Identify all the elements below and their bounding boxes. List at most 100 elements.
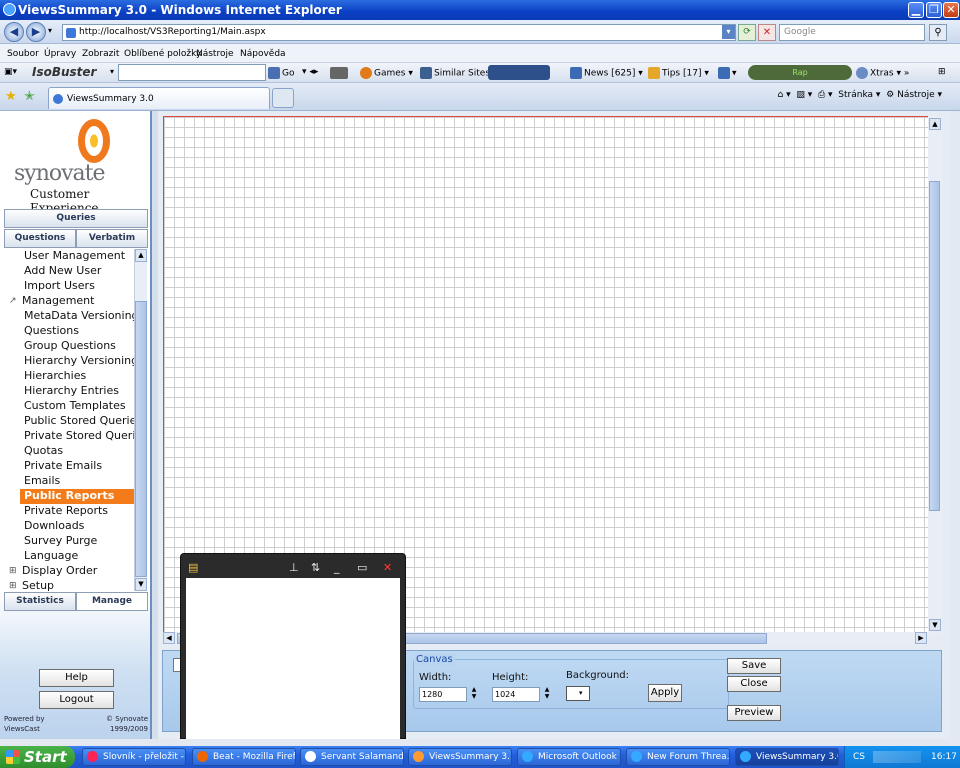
- menu-favorites[interactable]: Oblíbené položky: [124, 49, 201, 59]
- menu-view[interactable]: Zobrazit: [82, 49, 119, 59]
- similar-sites-button[interactable]: Similar Sites: [420, 67, 490, 79]
- tools-menu[interactable]: ⚙ Nástroje ▾: [886, 90, 942, 100]
- menu-item-hierarchy-versioning[interactable]: Hierarchy Versioning: [4, 354, 135, 369]
- taskbar-item-2[interactable]: Beat - Mozilla Firefox: [192, 748, 296, 766]
- car-icon[interactable]: [330, 67, 350, 79]
- height-input[interactable]: 1024: [492, 687, 540, 702]
- xtras-button[interactable]: Xtras ▾ »: [856, 67, 909, 79]
- radio-icon[interactable]: ▾: [718, 67, 737, 79]
- language-indicator[interactable]: CS: [853, 746, 865, 768]
- favorites-star-icon[interactable]: ★: [5, 89, 17, 104]
- refresh-icon[interactable]: ⇅: [311, 561, 320, 574]
- taskbar-item-6[interactable]: New Forum Threa...: [626, 748, 730, 766]
- menu-item-private-stored-queries[interactable]: Private Stored Queries: [4, 429, 135, 444]
- menu-item-user-management[interactable]: User Management: [4, 249, 135, 264]
- radio-player[interactable]: Rap: [748, 65, 852, 80]
- floating-widget-window[interactable]: ▤ ⊥ ⇅ _ ▭ ✕: [180, 553, 406, 740]
- taskbar-item-3[interactable]: Servant Salamander: [300, 748, 404, 766]
- taskbar-item-1[interactable]: Slovník - přeložit - ...: [82, 748, 186, 766]
- pin-icon[interactable]: ⊥: [289, 561, 299, 574]
- toolbar-arrows-icon[interactable]: ▾ ◂▸: [302, 67, 318, 77]
- close-icon[interactable]: ✕: [943, 2, 959, 18]
- menu-item-questions[interactable]: Questions: [4, 324, 135, 339]
- scroll-up-icon[interactable]: ▲: [135, 249, 147, 262]
- page-menu[interactable]: Stránka ▾: [838, 90, 880, 100]
- canvas-scroll-left-icon[interactable]: ◀: [163, 632, 175, 644]
- taskbar-item-5[interactable]: Microsoft Outlook ...: [517, 748, 621, 766]
- feeds-icon[interactable]: ▨ ▾: [796, 90, 812, 100]
- isobuster-dropdown-icon[interactable]: ▾: [110, 67, 114, 76]
- toolbar-search-input[interactable]: [118, 64, 266, 81]
- preview-button[interactable]: Preview: [727, 705, 781, 721]
- canvas-vscroll-thumb[interactable]: [929, 181, 940, 511]
- address-dropdown-icon[interactable]: ▾: [722, 25, 735, 39]
- search-icon[interactable]: ⚲: [929, 24, 947, 41]
- canvas-scroll-up-icon[interactable]: ▲: [929, 118, 941, 130]
- home-icon[interactable]: ⌂ ▾: [778, 90, 791, 100]
- apply-button[interactable]: Apply: [648, 684, 682, 702]
- expand-toggle-icon[interactable]: ↗: [9, 294, 17, 308]
- menu-item-private-reports[interactable]: Private Reports: [4, 504, 135, 519]
- tab-questions[interactable]: Questions: [4, 229, 76, 248]
- menu-item-add-new-user[interactable]: Add New User: [4, 264, 135, 279]
- tips-button[interactable]: Tips [17] ▾: [648, 67, 709, 79]
- go-button[interactable]: Go: [268, 67, 294, 79]
- add-toolbar-icon[interactable]: ⊞: [938, 67, 946, 77]
- start-button[interactable]: Start: [0, 746, 75, 768]
- menu-edit[interactable]: Úpravy: [44, 49, 76, 59]
- tab-statistics[interactable]: Statistics: [4, 592, 76, 611]
- taskbar-item-7[interactable]: ViewsSummary 3.0...: [735, 748, 839, 766]
- news-button[interactable]: News [625] ▾: [570, 67, 643, 79]
- menu-item-survey-purge[interactable]: Survey Purge: [4, 534, 135, 549]
- menu-item-group-questions[interactable]: Group Questions: [4, 339, 135, 354]
- menu-item-language[interactable]: Language: [4, 549, 135, 564]
- tab-verbatim[interactable]: Verbatim: [76, 229, 148, 248]
- minimize-window-icon[interactable]: _: [334, 561, 340, 574]
- menu-item-import-users[interactable]: Import Users: [4, 279, 135, 294]
- expand-toggle-icon[interactable]: ⊞: [9, 564, 17, 578]
- games-button[interactable]: Games ▾: [360, 67, 413, 79]
- close-button[interactable]: Close: [727, 676, 781, 692]
- menu-item-quotas[interactable]: Quotas: [4, 444, 135, 459]
- help-button[interactable]: Help: [39, 669, 114, 687]
- refresh-icon[interactable]: ⟳: [738, 24, 756, 41]
- print-icon[interactable]: ⎙ ▾: [818, 90, 833, 100]
- logout-button[interactable]: Logout: [39, 691, 114, 709]
- stop-icon[interactable]: ✕: [758, 24, 776, 41]
- menu-item-public-reports[interactable]: Public Reports: [20, 489, 134, 504]
- menu-item-public-stored-queries[interactable]: Public Stored Queries: [4, 414, 135, 429]
- menu-file[interactable]: Soubor: [7, 49, 39, 59]
- width-spinner-icon[interactable]: ▲ ▼: [470, 686, 478, 701]
- forward-icon[interactable]: ▶: [26, 22, 46, 42]
- taskbar-item-4[interactable]: ViewsSummary 3....: [408, 748, 512, 766]
- expand-toggle-icon[interactable]: ⊞: [9, 579, 17, 591]
- save-button[interactable]: Save: [727, 658, 781, 674]
- history-dropdown-icon[interactable]: ▾: [48, 26, 52, 35]
- tray-icons[interactable]: [873, 751, 921, 763]
- menu-item-private-emails[interactable]: Private Emails: [4, 459, 135, 474]
- tab-manage[interactable]: Manage: [76, 592, 148, 611]
- canvas-vertical-scrollbar[interactable]: ▲ ▼: [928, 116, 942, 634]
- window-title-bar[interactable]: ViewsSummary 3.0 - Windows Internet Expl…: [0, 0, 960, 20]
- page-scrollbar[interactable]: [950, 111, 960, 739]
- address-bar[interactable]: http://localhost/VS3Reporting1/Main.aspx: [62, 24, 736, 41]
- maximize-icon[interactable]: ❐: [926, 2, 942, 18]
- menu-item-setup[interactable]: ⊞ Setup: [4, 579, 135, 591]
- menu-item-custom-templates[interactable]: Custom Templates: [4, 399, 135, 414]
- tab-queries[interactable]: Queries: [4, 209, 148, 228]
- menu-item-downloads[interactable]: Downloads: [4, 519, 135, 534]
- tab-viewssummary[interactable]: ViewsSummary 3.0: [48, 87, 270, 109]
- menu-help[interactable]: Nápověda: [240, 49, 286, 59]
- minimize-icon[interactable]: ▁: [908, 2, 924, 18]
- back-icon[interactable]: ◀: [4, 22, 24, 42]
- new-tab-button[interactable]: [272, 88, 294, 108]
- menu-item-metadata-versioning[interactable]: MetaData Versioning: [4, 309, 135, 324]
- menu-tools[interactable]: Nástroje: [196, 49, 234, 59]
- menu-item-emails[interactable]: Emails: [4, 474, 135, 489]
- width-input[interactable]: 1280: [419, 687, 467, 702]
- search-input[interactable]: Google: [779, 24, 925, 41]
- youtube-icon[interactable]: [488, 65, 550, 80]
- scroll-down-icon[interactable]: ▼: [135, 578, 147, 591]
- scroll-thumb[interactable]: [135, 301, 147, 577]
- add-favorites-icon[interactable]: ✭: [24, 89, 35, 104]
